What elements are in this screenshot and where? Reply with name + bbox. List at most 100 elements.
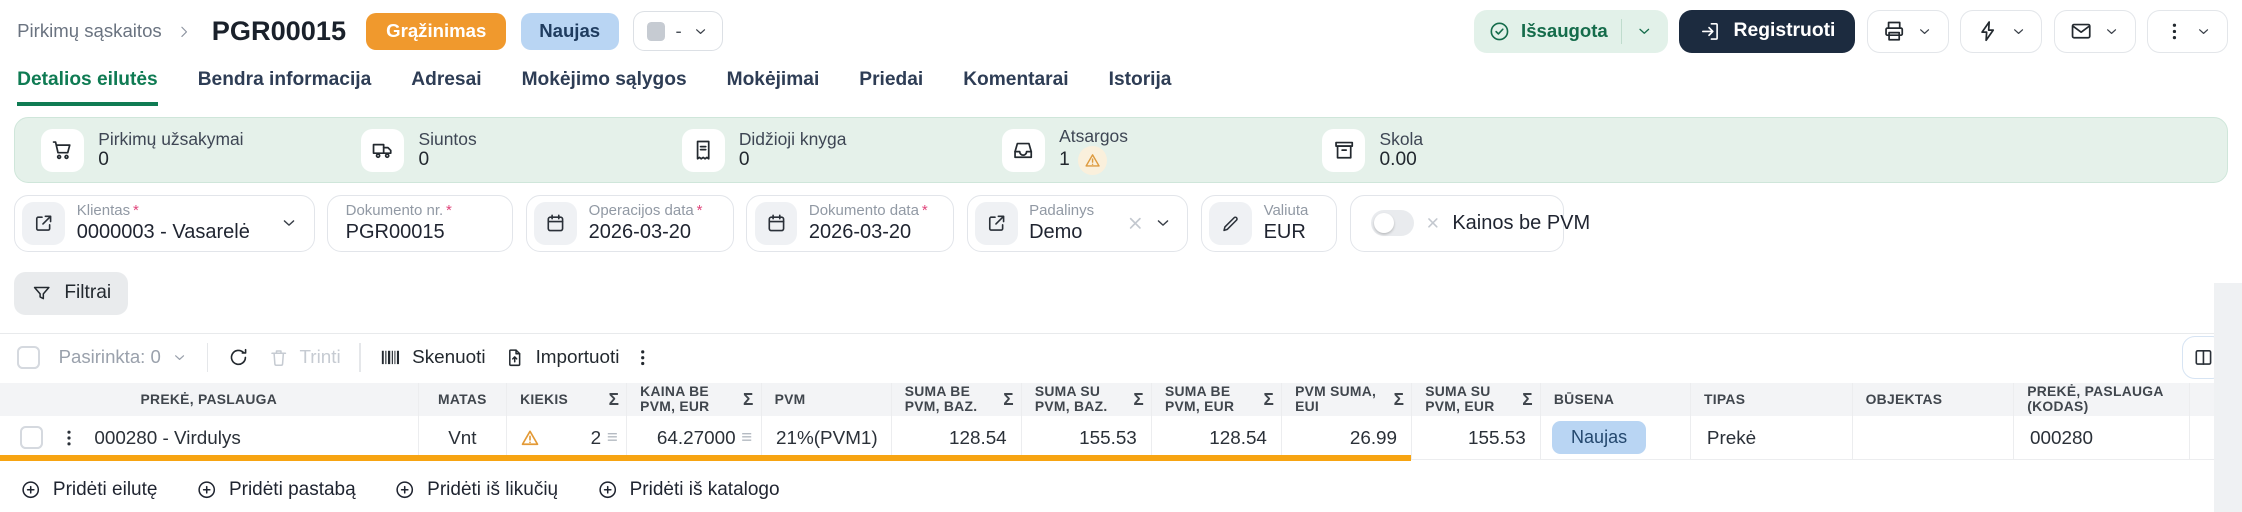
email-menu-button[interactable] (2053, 10, 2136, 53)
add-line-button[interactable]: Pridėti eilutę (20, 479, 157, 501)
actions-menu-button[interactable] (1960, 10, 2043, 53)
tab-mokejimai[interactable]: Mokėjimai (727, 69, 820, 106)
print-menu-button[interactable] (1866, 10, 1949, 53)
tab-istorija[interactable]: Istorija (1109, 69, 1172, 106)
summary-atsargos[interactable]: Atsargos 1 (1001, 126, 1322, 175)
row-menu-button[interactable] (56, 425, 82, 451)
summary-pirkimu-uzsakymai[interactable]: Pirkimų užsakymai 0 (41, 129, 361, 172)
sum-icon[interactable]: Σ (1263, 389, 1274, 409)
column-header-pvm-suma: PVM SUMA, EUI Σ (1281, 382, 1411, 416)
summary-didzioji-knyga[interactable]: Didžioji knyga 0 (681, 128, 1002, 172)
dokumento-nr-field[interactable]: Dokumento nr. * PGR00015 (327, 194, 514, 252)
tab-priedai[interactable]: Priedai (859, 69, 923, 106)
pencil-icon[interactable] (1209, 201, 1253, 245)
grid-more-button[interactable] (632, 347, 653, 368)
add-from-stock-label: Pridėti iš likučių (427, 478, 559, 500)
edit-lines-icon[interactable]: ≡ (607, 427, 618, 447)
kebab-icon (641, 349, 645, 365)
row-checkbox[interactable] (20, 426, 43, 449)
column-header-suma-be-pvm-eur: SUMA BE PVM, EUR Σ (1151, 382, 1281, 416)
breadcrumb-parent[interactable]: Pirkimų sąskaitos (17, 20, 162, 42)
scan-button[interactable]: Skenuoti (379, 346, 486, 369)
calendar-icon[interactable] (534, 201, 578, 245)
sum-icon[interactable]: Σ (743, 389, 754, 409)
kainos-be-pvm-toggle-card: Kainos be PVM (1349, 194, 1590, 252)
import-button[interactable]: Importuoti (504, 346, 619, 368)
label-picker-dropdown[interactable]: - (633, 11, 723, 52)
sum-icon[interactable]: Σ (1133, 389, 1144, 409)
row-kaina[interactable]: 64.27000 (657, 427, 736, 449)
summary-value: 1 (1059, 148, 1070, 170)
sum-icon[interactable]: Σ (1003, 389, 1014, 409)
saved-status-button[interactable]: Išsaugota (1473, 10, 1668, 53)
refresh-button[interactable] (227, 346, 250, 369)
summary-skola[interactable]: Skola 0.00 (1322, 129, 1642, 172)
circle-plus-icon (599, 481, 616, 499)
calendar-icon[interactable] (754, 201, 798, 245)
tab-adresai[interactable]: Adresai (411, 69, 481, 106)
tab-komentarai[interactable]: Komentarai (963, 69, 1068, 106)
row-item-name[interactable]: 000280 - Virdulys (94, 427, 240, 449)
row-suma-su-pvm-baz: 155.53 (1020, 415, 1151, 460)
delete-label: Trinti (299, 346, 341, 368)
external-link-icon[interactable] (974, 201, 1018, 245)
register-icon (1702, 23, 1719, 40)
register-button[interactable]: Registruoti (1679, 10, 1856, 53)
summary-value: 0.00 (1379, 148, 1417, 170)
field-value: 2026-03-20 (808, 220, 912, 243)
circle-plus-icon (396, 481, 414, 499)
filters-button[interactable]: Filtrai (14, 271, 129, 315)
stock-icon (1001, 128, 1045, 172)
summary-label: Didžioji knyga (738, 128, 847, 149)
edit-lines-icon[interactable]: ≡ (741, 427, 752, 447)
document-tabs: Detalios eilutės Bendra informacija Adre… (0, 53, 2242, 107)
operacijos-data-field[interactable]: Operacijos data * 2026-03-20 (526, 194, 734, 252)
summary-value: 0 (98, 148, 109, 170)
sum-icon[interactable]: Σ (1394, 389, 1405, 409)
dokumento-data-field[interactable]: Dokumento data * 2026-03-20 (746, 194, 954, 252)
add-from-catalog-button[interactable]: Pridėti iš katalogo (597, 479, 780, 501)
row-pvm[interactable]: 21%(PVM1) (760, 415, 891, 460)
tab-bendra-informacija[interactable]: Bendra informacija (198, 69, 372, 106)
column-header-kaina-be-pvm: KAINA BE PVM, EUR Σ (626, 382, 760, 416)
document-fields: Klientas * 0000003 - Vasarelė Dokumento n… (14, 194, 2228, 252)
sum-icon[interactable]: Σ (1522, 389, 1533, 409)
add-from-stock-button[interactable]: Pridėti iš likučių (394, 479, 558, 501)
table-row: 000280 - Virdulys Vnt 2 ≡ 64.27000 ≡ 21%… (0, 415, 2242, 461)
sum-icon[interactable]: Σ (609, 389, 620, 409)
chevron-down-icon[interactable] (279, 213, 299, 233)
padalinys-field[interactable]: Padalinys Demo (966, 194, 1189, 252)
klientas-field[interactable]: Klientas * 0000003 - Vasarelė (14, 194, 315, 252)
add-from-catalog-label: Pridėti iš katalogo (629, 478, 780, 500)
required-marker: * (133, 201, 139, 219)
check-circle-icon (1490, 22, 1509, 41)
selected-count-dropdown[interactable]: Pasirinkta: 0 (59, 346, 188, 368)
right-scroll-track[interactable] (2213, 283, 2242, 512)
kainos-be-pvm-toggle[interactable] (1370, 210, 1414, 237)
clear-icon[interactable] (1126, 214, 1145, 233)
top-bar: Pirkimų sąskaitos PGR00015 Grąžinimas Na… (0, 0, 2242, 53)
add-note-button[interactable]: Pridėti pastabą (196, 479, 356, 501)
debt-icon (1322, 128, 1366, 172)
field-label: Klientas (76, 201, 131, 219)
grid-toolbar: Pasirinkta: 0 Trinti Skenuoti Importuoti (0, 334, 2242, 380)
row-kiekis[interactable]: 2 (591, 427, 602, 449)
grid-footer: Rodoma 1 - 1 iš 1 eilutės ANKSTESNIS 1 i… (0, 501, 2242, 512)
valiuta-field[interactable]: Valiuta EUR (1201, 194, 1337, 252)
more-menu-button[interactable] (2147, 10, 2228, 53)
circle-plus-icon (22, 481, 40, 499)
summary-label: Pirkimų užsakymai (98, 128, 244, 149)
chevron-down-icon[interactable] (1153, 213, 1173, 233)
chevron-down-icon (2107, 29, 2117, 34)
summary-siuntos[interactable]: Siuntos 0 (361, 129, 681, 172)
scan-label: Skenuoti (412, 346, 486, 368)
summary-value: 0 (418, 148, 430, 170)
chevron-down-icon[interactable] (1635, 22, 1654, 41)
ledger-icon (681, 128, 725, 172)
external-link-icon[interactable] (22, 201, 66, 245)
tab-detalios-eilutes[interactable]: Detalios eilutės (17, 69, 158, 107)
field-value: PGR00015 (345, 220, 445, 243)
delete-button: Trinti (268, 346, 341, 368)
select-all-checkbox[interactable] (17, 345, 41, 369)
tab-mokejimo-salygos[interactable]: Mokėjimo sąlygos (522, 69, 687, 106)
